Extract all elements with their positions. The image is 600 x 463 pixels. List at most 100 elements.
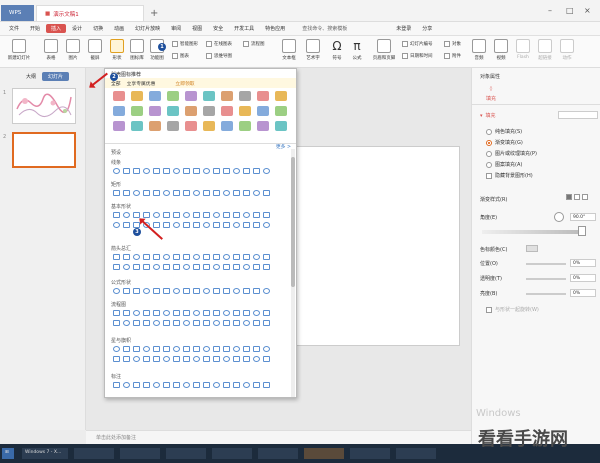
shape-option[interactable] — [223, 168, 230, 174]
shape-option[interactable] — [213, 320, 220, 326]
shape-option[interactable] — [123, 310, 130, 316]
shape-option[interactable] — [203, 222, 210, 228]
menu-security[interactable]: 安全 — [208, 24, 228, 33]
shape-option[interactable] — [213, 356, 220, 362]
shape-option[interactable] — [113, 264, 120, 270]
shape-option[interactable] — [193, 222, 200, 228]
menu-transition[interactable]: 切换 — [88, 24, 108, 33]
shape-option[interactable] — [243, 382, 250, 388]
recommended-icon[interactable] — [167, 106, 179, 116]
shape-option[interactable] — [183, 264, 190, 270]
recommended-icon[interactable] — [149, 106, 161, 116]
shape-option[interactable] — [253, 288, 260, 294]
shape-option[interactable] — [263, 212, 270, 218]
shape-option[interactable] — [163, 222, 170, 228]
rotate-with-shape-option[interactable]: 与形状一起旋转(W) — [486, 306, 539, 313]
shape-option[interactable] — [263, 222, 270, 228]
shape-option[interactable] — [123, 168, 130, 174]
new-slide-button[interactable]: 新建幻灯片 — [4, 39, 34, 61]
shape-option[interactable] — [153, 168, 160, 174]
shape-option[interactable] — [263, 356, 270, 362]
shape-option[interactable] — [223, 190, 230, 196]
shape-option[interactable] — [173, 168, 180, 174]
shape-option[interactable] — [233, 264, 240, 270]
shape-option[interactable] — [203, 264, 210, 270]
start-button[interactable]: ⊞ — [2, 448, 14, 459]
recommended-icon[interactable] — [149, 91, 161, 101]
shape-option[interactable] — [143, 310, 150, 316]
shape-option[interactable] — [153, 310, 160, 316]
shape-option[interactable] — [173, 190, 180, 196]
recommended-icon[interactable] — [185, 121, 197, 131]
shape-option[interactable] — [123, 264, 130, 270]
taskbar-item-1[interactable]: Windows 7 - X... — [22, 448, 68, 459]
shape-option[interactable] — [223, 222, 230, 228]
shape-option[interactable] — [213, 264, 220, 270]
shape-option[interactable] — [213, 288, 220, 294]
screenshot-button[interactable]: 截屏 — [84, 39, 106, 61]
shape-option[interactable] — [173, 254, 180, 260]
brightness-slider[interactable] — [526, 293, 566, 295]
datetime-button[interactable]: 日期和时间 — [402, 53, 433, 59]
shape-option[interactable] — [173, 382, 180, 388]
transparency-slider[interactable] — [526, 278, 566, 280]
shape-option[interactable] — [243, 288, 250, 294]
shape-option[interactable] — [233, 190, 240, 196]
shape-option[interactable] — [233, 382, 240, 388]
shape-option[interactable] — [123, 190, 130, 196]
recommended-icon[interactable] — [113, 106, 125, 116]
shape-option[interactable] — [163, 310, 170, 316]
shape-option[interactable] — [213, 212, 220, 218]
recommended-icon[interactable] — [275, 91, 287, 101]
shape-option[interactable] — [153, 254, 160, 260]
shape-option[interactable] — [113, 288, 120, 294]
shape-option[interactable] — [223, 356, 230, 362]
shape-option[interactable] — [243, 222, 250, 228]
shape-option[interactable] — [193, 212, 200, 218]
recommended-icon[interactable] — [257, 121, 269, 131]
taskbar-item-2[interactable] — [74, 448, 114, 459]
shape-option[interactable] — [173, 356, 180, 362]
shape-option[interactable] — [143, 168, 150, 174]
shape-option[interactable] — [153, 288, 160, 294]
document-tab[interactable]: ■ 演示文稿1 — [36, 5, 144, 21]
shape-option[interactable] — [153, 320, 160, 326]
shape-option[interactable] — [213, 310, 220, 316]
option-hide-background[interactable]: 隐藏背景图形(H) — [486, 172, 533, 179]
shape-option[interactable] — [223, 310, 230, 316]
shape-option[interactable] — [263, 382, 270, 388]
shape-option[interactable] — [243, 346, 250, 352]
shape-option[interactable] — [153, 264, 160, 270]
shape-option[interactable] — [163, 254, 170, 260]
shape-option[interactable] — [253, 310, 260, 316]
shape-option[interactable] — [183, 254, 190, 260]
scrollbar-thumb[interactable] — [291, 157, 295, 287]
shape-option[interactable] — [203, 168, 210, 174]
menu-developer[interactable]: 开发工具 — [229, 24, 259, 33]
menu-design[interactable]: 设计 — [67, 24, 87, 33]
slide-thumbnail-2[interactable] — [12, 132, 76, 168]
shape-option[interactable] — [133, 310, 140, 316]
shape-option[interactable] — [153, 190, 160, 196]
video-button[interactable]: 视频 — [490, 39, 512, 61]
recommended-icon[interactable] — [221, 106, 233, 116]
shape-option[interactable] — [113, 382, 120, 388]
shape-option[interactable] — [193, 190, 200, 196]
angle-input[interactable]: 90.0° — [570, 213, 596, 221]
shape-option[interactable] — [193, 382, 200, 388]
shape-option[interactable] — [263, 288, 270, 294]
shape-option[interactable] — [253, 254, 260, 260]
brightness-input[interactable]: 0% — [570, 289, 596, 297]
shape-option[interactable] — [223, 212, 230, 218]
shape-option[interactable] — [233, 254, 240, 260]
shape-option[interactable] — [243, 190, 250, 196]
shape-option[interactable] — [203, 382, 210, 388]
gradient-stop-handle[interactable] — [578, 226, 586, 236]
hyperlink-button[interactable]: 超链接 — [534, 39, 556, 61]
shape-option[interactable] — [163, 212, 170, 218]
shape-option[interactable] — [213, 168, 220, 174]
shape-option[interactable] — [193, 168, 200, 174]
shape-option[interactable] — [233, 212, 240, 218]
shape-option[interactable] — [263, 168, 270, 174]
flash-button[interactable]: Flash — [512, 39, 534, 60]
